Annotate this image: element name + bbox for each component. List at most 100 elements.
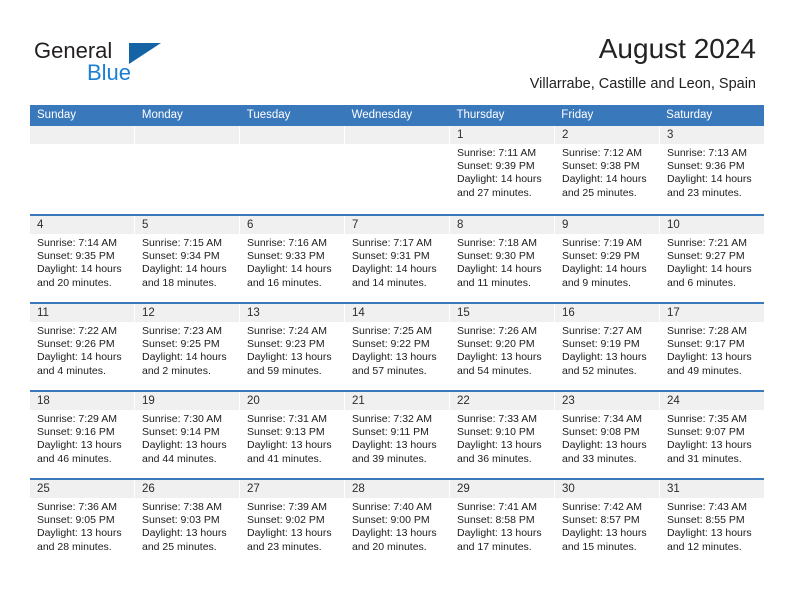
sunset-text: Sunset: 9:31 PM: [352, 250, 430, 263]
sunrise-text: Sunrise: 7:24 AM: [247, 325, 327, 337]
sunrise-text: Sunrise: 7:13 AM: [667, 147, 747, 159]
day-cell[interactable]: 19 Sunrise: 7:30 AM Sunset: 9:14 PM Dayl…: [135, 392, 240, 478]
day-cell[interactable]: 31 Sunrise: 7:43 AM Sunset: 8:55 PM Dayl…: [660, 480, 764, 566]
day-cell[interactable]: 13 Sunrise: 7:24 AM Sunset: 9:23 PM Dayl…: [240, 304, 345, 390]
day-cell[interactable]: [345, 126, 450, 214]
sunset-text: Sunset: 9:39 PM: [457, 160, 535, 173]
day-number-band: 31: [660, 480, 764, 498]
sunset-text: Sunset: 9:08 PM: [562, 426, 640, 439]
day-details: Sunrise: 7:18 AM Sunset: 9:30 PM Dayligh…: [450, 234, 554, 302]
daylight-text-line2: and 15 minutes.: [562, 540, 637, 553]
day-cell[interactable]: 14 Sunrise: 7:25 AM Sunset: 9:22 PM Dayl…: [345, 304, 450, 390]
daylight-text-line2: and 16 minutes.: [247, 276, 322, 289]
day-cell[interactable]: 12 Sunrise: 7:23 AM Sunset: 9:25 PM Dayl…: [135, 304, 240, 390]
day-cell[interactable]: 30 Sunrise: 7:42 AM Sunset: 8:57 PM Dayl…: [555, 480, 660, 566]
brand-logo[interactable]: General Blue: [34, 38, 214, 86]
day-details: Sunrise: 7:11 AM Sunset: 9:39 PM Dayligh…: [450, 144, 554, 212]
sunrise-text: Sunrise: 7:42 AM: [562, 501, 642, 513]
sunset-text: Sunset: 9:38 PM: [562, 160, 640, 173]
day-number-band: 17: [660, 304, 764, 322]
sunset-text: Sunset: 9:19 PM: [562, 338, 640, 351]
sunset-text: Sunset: 9:29 PM: [562, 250, 640, 263]
daylight-text-line2: and 33 minutes.: [562, 452, 637, 465]
day-cell[interactable]: [30, 126, 135, 214]
day-cell[interactable]: 2 Sunrise: 7:12 AM Sunset: 9:38 PM Dayli…: [555, 126, 660, 214]
sunrise-text: Sunrise: 7:14 AM: [37, 237, 117, 249]
sunset-text: Sunset: 9:25 PM: [142, 338, 220, 351]
sunrise-text: Sunrise: 7:12 AM: [562, 147, 642, 159]
day-cell[interactable]: 23 Sunrise: 7:34 AM Sunset: 9:08 PM Dayl…: [555, 392, 660, 478]
day-cell[interactable]: [240, 126, 345, 214]
day-cell[interactable]: 7 Sunrise: 7:17 AM Sunset: 9:31 PM Dayli…: [345, 216, 450, 302]
day-cell[interactable]: 29 Sunrise: 7:41 AM Sunset: 8:58 PM Dayl…: [450, 480, 555, 566]
day-cell[interactable]: 17 Sunrise: 7:28 AM Sunset: 9:17 PM Dayl…: [660, 304, 764, 390]
day-number-band: 3: [660, 126, 764, 144]
day-cell[interactable]: 3 Sunrise: 7:13 AM Sunset: 9:36 PM Dayli…: [660, 126, 764, 214]
sunrise-text: Sunrise: 7:40 AM: [352, 501, 432, 513]
daylight-text-line1: Daylight: 13 hours: [562, 439, 647, 452]
day-number-band: 15: [450, 304, 554, 322]
weekday-header-tuesday: Tuesday: [246, 109, 291, 121]
sunset-text: Sunset: 9:30 PM: [457, 250, 535, 263]
day-cell[interactable]: 4 Sunrise: 7:14 AM Sunset: 9:35 PM Dayli…: [30, 216, 135, 302]
day-cell[interactable]: 10 Sunrise: 7:21 AM Sunset: 9:27 PM Dayl…: [660, 216, 764, 302]
day-cell[interactable]: [135, 126, 240, 214]
day-cell[interactable]: 27 Sunrise: 7:39 AM Sunset: 9:02 PM Dayl…: [240, 480, 345, 566]
daylight-text-line1: Daylight: 14 hours: [352, 263, 437, 276]
sunset-text: Sunset: 9:07 PM: [667, 426, 745, 439]
day-number: 2: [562, 129, 569, 141]
day-details: Sunrise: 7:36 AM Sunset: 9:05 PM Dayligh…: [30, 498, 134, 566]
brand-name-blue: Blue: [87, 60, 132, 85]
sunset-text: Sunset: 9:05 PM: [37, 514, 115, 527]
day-number: 21: [352, 395, 365, 407]
day-details: Sunrise: 7:34 AM Sunset: 9:08 PM Dayligh…: [555, 410, 659, 478]
day-number-band: 22: [450, 392, 554, 410]
day-cell[interactable]: 25 Sunrise: 7:36 AM Sunset: 9:05 PM Dayl…: [30, 480, 135, 566]
daylight-text-line2: and 36 minutes.: [457, 452, 532, 465]
daylight-text-line2: and 6 minutes.: [667, 276, 736, 289]
day-number-band: 4: [30, 216, 134, 234]
daylight-text-line1: Daylight: 13 hours: [562, 351, 647, 364]
day-cell[interactable]: 26 Sunrise: 7:38 AM Sunset: 9:03 PM Dayl…: [135, 480, 240, 566]
sunset-text: Sunset: 9:17 PM: [667, 338, 745, 351]
day-cell[interactable]: 1 Sunrise: 7:11 AM Sunset: 9:39 PM Dayli…: [450, 126, 555, 214]
daylight-text-line1: Daylight: 13 hours: [352, 439, 437, 452]
sunset-text: Sunset: 9:10 PM: [457, 426, 535, 439]
day-cell[interactable]: 24 Sunrise: 7:35 AM Sunset: 9:07 PM Dayl…: [660, 392, 764, 478]
day-cell[interactable]: 8 Sunrise: 7:18 AM Sunset: 9:30 PM Dayli…: [450, 216, 555, 302]
day-details: Sunrise: 7:22 AM Sunset: 9:26 PM Dayligh…: [30, 322, 134, 390]
day-details: Sunrise: 7:39 AM Sunset: 9:02 PM Dayligh…: [240, 498, 344, 566]
day-cell[interactable]: 22 Sunrise: 7:33 AM Sunset: 9:10 PM Dayl…: [450, 392, 555, 478]
weekday-header-row: Sunday Monday Tuesday Wednesday Thursday…: [30, 105, 764, 126]
day-cell[interactable]: 16 Sunrise: 7:27 AM Sunset: 9:19 PM Dayl…: [555, 304, 660, 390]
daylight-text-line2: and 20 minutes.: [352, 540, 427, 553]
sunrise-text: Sunrise: 7:36 AM: [37, 501, 117, 513]
day-cell[interactable]: 15 Sunrise: 7:26 AM Sunset: 9:20 PM Dayl…: [450, 304, 555, 390]
day-cell[interactable]: 28 Sunrise: 7:40 AM Sunset: 9:00 PM Dayl…: [345, 480, 450, 566]
day-number: 7: [352, 219, 359, 231]
day-cell[interactable]: 18 Sunrise: 7:29 AM Sunset: 9:16 PM Dayl…: [30, 392, 135, 478]
daylight-text-line1: Daylight: 13 hours: [667, 527, 752, 540]
daylight-text-line2: and 9 minutes.: [562, 276, 631, 289]
sunset-text: Sunset: 9:23 PM: [247, 338, 325, 351]
sunset-text: Sunset: 9:36 PM: [667, 160, 745, 173]
day-number-band: [240, 126, 344, 144]
day-number: 5: [142, 219, 149, 231]
day-details: Sunrise: 7:25 AM Sunset: 9:22 PM Dayligh…: [345, 322, 449, 390]
daylight-text-line2: and 14 minutes.: [352, 276, 427, 289]
daylight-text-line1: Daylight: 13 hours: [667, 351, 752, 364]
day-cell[interactable]: 6 Sunrise: 7:16 AM Sunset: 9:33 PM Dayli…: [240, 216, 345, 302]
day-cell[interactable]: 11 Sunrise: 7:22 AM Sunset: 9:26 PM Dayl…: [30, 304, 135, 390]
day-details: Sunrise: 7:33 AM Sunset: 9:10 PM Dayligh…: [450, 410, 554, 478]
day-cell[interactable]: 20 Sunrise: 7:31 AM Sunset: 9:13 PM Dayl…: [240, 392, 345, 478]
day-cell[interactable]: 9 Sunrise: 7:19 AM Sunset: 9:29 PM Dayli…: [555, 216, 660, 302]
day-details: Sunrise: 7:31 AM Sunset: 9:13 PM Dayligh…: [240, 410, 344, 478]
daylight-text-line2: and 25 minutes.: [562, 186, 637, 199]
day-details: Sunrise: 7:29 AM Sunset: 9:16 PM Dayligh…: [30, 410, 134, 478]
day-cell[interactable]: 5 Sunrise: 7:15 AM Sunset: 9:34 PM Dayli…: [135, 216, 240, 302]
daylight-text-line1: Daylight: 13 hours: [457, 527, 542, 540]
title-block: August 2024 Villarrabe, Castille and Leo…: [530, 32, 756, 94]
sunrise-text: Sunrise: 7:29 AM: [37, 413, 117, 425]
day-cell[interactable]: 21 Sunrise: 7:32 AM Sunset: 9:11 PM Dayl…: [345, 392, 450, 478]
sunrise-text: Sunrise: 7:28 AM: [667, 325, 747, 337]
